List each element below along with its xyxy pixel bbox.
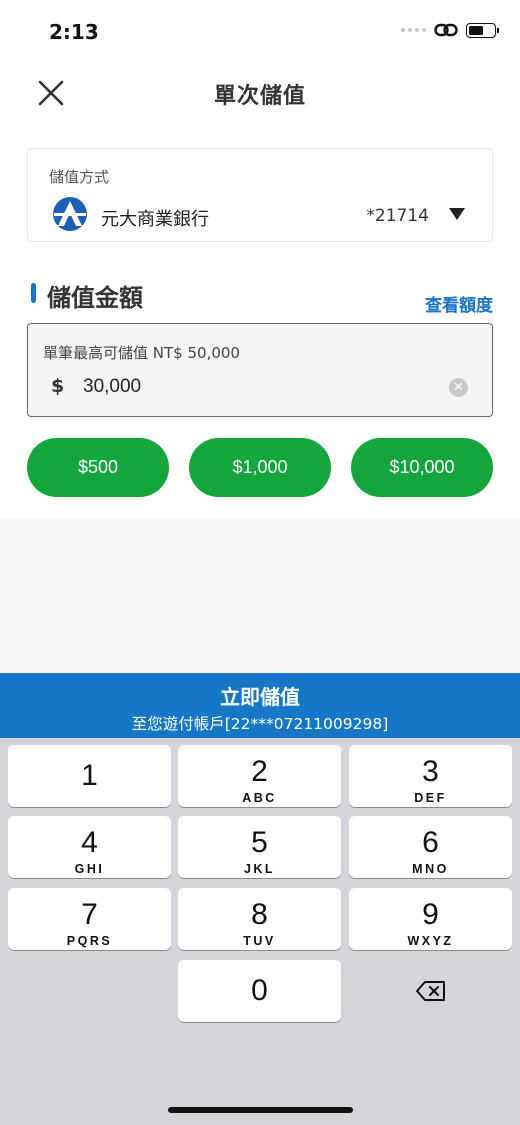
key-letters: TUV (243, 934, 276, 948)
key-digit: 8 (251, 898, 268, 931)
payment-method-selector[interactable]: 儲值方式 元大商業銀行 *21714 (27, 148, 493, 242)
view-quota-link[interactable]: 查看額度 (425, 291, 493, 316)
backspace-key[interactable] (349, 960, 512, 1022)
preset-10000-button[interactable]: $10,000 (351, 438, 493, 497)
payment-method-label: 儲值方式 (49, 168, 110, 186)
key-1[interactable]: 1 (8, 745, 171, 807)
key-7[interactable]: 7 PQRS (8, 888, 171, 950)
status-icons (401, 22, 499, 38)
signal-icon (401, 28, 426, 32)
amount-input[interactable] (83, 376, 383, 398)
page-title: 單次儲值 (213, 84, 306, 109)
bank-logo-icon (53, 197, 87, 231)
amount-limit-hint: 單筆最高可儲值 NT$ 50,000 (43, 344, 240, 362)
key-6[interactable]: 6 MNO (349, 816, 512, 878)
backspace-icon (415, 981, 445, 1001)
key-digit: 5 (251, 826, 268, 859)
key-letters: WXYZ (407, 934, 454, 948)
key-digit: 7 (81, 898, 98, 931)
amount-field: 單筆最高可儲值 NT$ 50,000 $ ✕ (27, 323, 493, 417)
key-letters: JKL (243, 862, 276, 876)
top-up-now-button[interactable]: 立即儲值 至您遊付帳戶[22***07211009298] (0, 673, 520, 738)
key-3[interactable]: 3 DEF (349, 745, 512, 807)
key-digit: 3 (422, 755, 439, 788)
clear-amount-button[interactable]: ✕ (449, 378, 468, 397)
key-2[interactable]: 2 ABC (178, 745, 341, 807)
key-8[interactable]: 8 TUV (178, 888, 341, 950)
key-letters: MNO (412, 862, 449, 876)
preset-1000-button[interactable]: $1,000 (189, 438, 331, 497)
key-digit: 2 (251, 755, 268, 788)
key-digit: 9 (422, 898, 439, 931)
key-letters: ABC (242, 791, 277, 805)
submit-destination: 至您遊付帳戶[22***07211009298] (131, 715, 389, 733)
key-digit: 6 (422, 826, 439, 859)
clear-icon: ✕ (453, 380, 464, 395)
home-indicator (168, 1107, 353, 1113)
submit-title: 立即儲值 (220, 685, 300, 709)
status-time: 2:13 (49, 20, 99, 44)
key-9[interactable]: 9 WXYZ (349, 888, 512, 950)
key-letters: PQRS (66, 934, 113, 948)
key-4[interactable]: 4 GHI (8, 816, 171, 878)
section-accent-bar (31, 283, 36, 303)
key-digit: 4 (81, 826, 98, 859)
currency-symbol: $ (51, 375, 65, 397)
key-5[interactable]: 5 JKL (178, 816, 341, 878)
preset-amounts: $500 $1,000 $10,000 (27, 438, 493, 497)
bank-name: 元大商業銀行 (101, 209, 209, 230)
key-digit: 0 (251, 974, 268, 1007)
key-0[interactable]: 0 (178, 960, 341, 1022)
key-digit: 1 (81, 759, 98, 792)
bank-account-suffix: *21714 (366, 206, 429, 226)
preset-500-button[interactable]: $500 (27, 438, 169, 497)
link-icon (434, 23, 458, 37)
amount-section-title: 儲值金額 (47, 284, 143, 312)
battery-icon (466, 22, 499, 38)
key-letters: GHI (74, 862, 105, 876)
dropdown-arrow-icon (449, 208, 465, 220)
key-letters: DEF (414, 791, 447, 805)
